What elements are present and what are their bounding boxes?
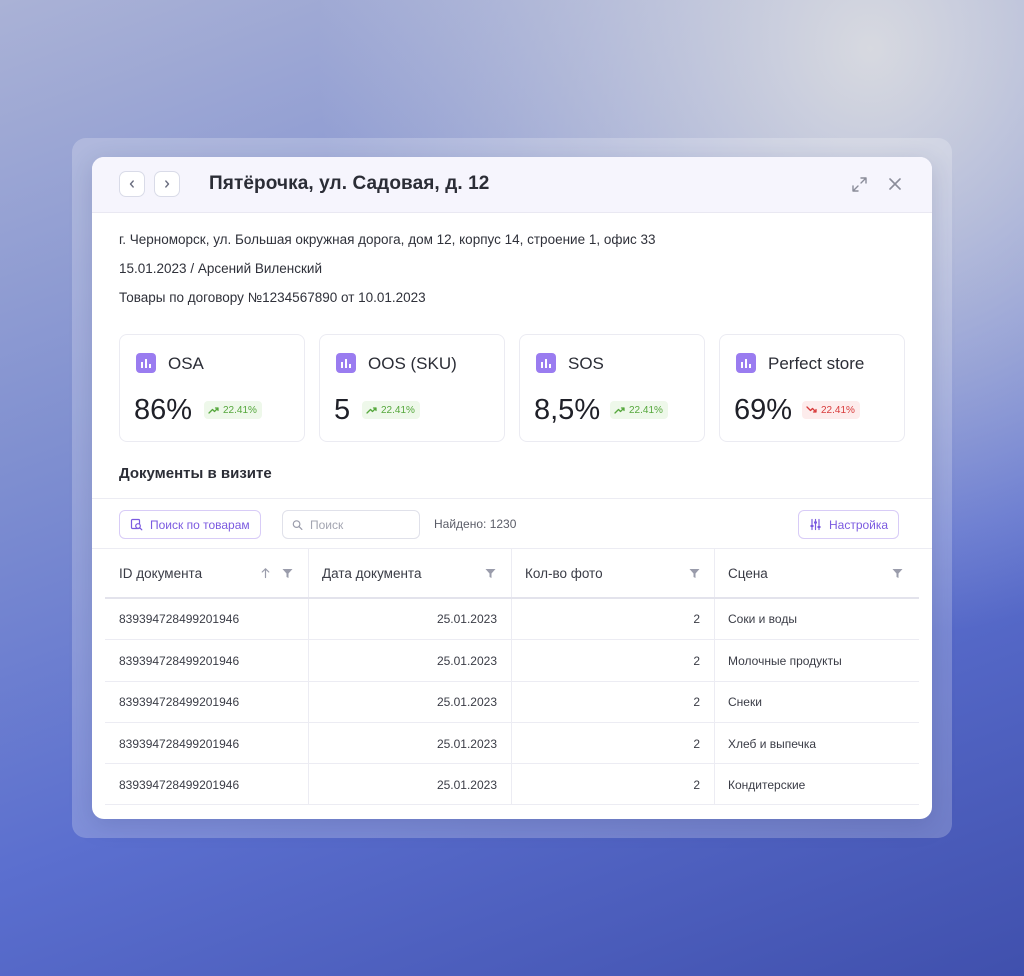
filter-icon[interactable]	[485, 568, 496, 579]
trend-up-icon	[614, 407, 625, 414]
cell-date: 25.01.2023	[436, 611, 497, 626]
search-input[interactable]	[310, 517, 410, 532]
cell-date: 25.01.2023	[436, 736, 497, 751]
trend-up-icon	[208, 407, 219, 414]
column-header-photos[interactable]: Кол-во фото	[511, 549, 714, 597]
metric-name: OSA	[168, 354, 204, 373]
metric-change: 22.41%	[821, 404, 855, 416]
filter-icon[interactable]	[892, 568, 903, 579]
search-products-label: Поиск по товарам	[150, 517, 250, 532]
cell-photos: 2	[693, 736, 700, 751]
metric-change: 22.41%	[381, 404, 415, 416]
sliders-icon	[810, 518, 821, 531]
cell-id: 839394728499201946	[119, 736, 240, 751]
section-divider	[92, 498, 932, 499]
cell-id: 839394728499201946	[119, 777, 240, 792]
sort-asc-icon[interactable]	[260, 567, 271, 579]
cell-photos: 2	[693, 611, 700, 626]
settings-button[interactable]: Настройка	[798, 510, 900, 539]
search-field[interactable]	[282, 510, 420, 539]
visit-modal: Пятёрочка, ул. Садовая, д. 12 г. Черномо…	[92, 157, 932, 819]
store-address: г. Черноморск, ул. Большая окружная доро…	[119, 232, 656, 247]
column-header-date[interactable]: Дата документа	[308, 549, 511, 597]
cell-date: 25.01.2023	[436, 777, 497, 792]
bar-chart-icon	[136, 353, 156, 373]
page-title: Пятёрочка, ул. Садовая, д. 12	[209, 173, 490, 194]
metric-name: SOS	[568, 354, 604, 373]
chevron-left-icon	[129, 180, 134, 188]
next-button[interactable]	[154, 171, 180, 197]
metric-change-badge: 22.41%	[610, 401, 668, 419]
prev-button[interactable]	[119, 171, 145, 197]
metric-name: Perfect store	[768, 354, 865, 373]
metric-change-badge: 22.41%	[362, 401, 420, 419]
bar-chart-icon	[336, 353, 356, 373]
chevron-right-icon	[165, 180, 170, 188]
row-divider	[105, 804, 919, 805]
cell-scene: Хлеб и выпечка	[728, 736, 817, 751]
column-header-label: ID документа	[119, 565, 203, 581]
contract-info: Товары по договору №1234567890 от 10.01.…	[119, 290, 426, 305]
metric-value: 5	[334, 394, 351, 426]
metric-value: 8,5%	[534, 394, 601, 426]
filter-icon[interactable]	[282, 568, 293, 579]
cell-photos: 2	[693, 653, 700, 668]
metric-change: 22.41%	[629, 404, 663, 416]
column-header-label: Сцена	[728, 565, 768, 581]
cell-id: 839394728499201946	[119, 694, 240, 709]
metric-card-osa: OSA 86% 22.41%	[119, 334, 305, 442]
metric-card-perfect-store: Perfect store 69% 22.41%	[719, 334, 905, 442]
cell-scene: Снеки	[728, 694, 762, 709]
cell-photos: 2	[693, 777, 700, 792]
trend-up-icon	[366, 407, 377, 414]
metric-name: OOS (SKU)	[368, 354, 457, 373]
metric-card-oos: OOS (SKU) 5 22.41%	[319, 334, 505, 442]
metric-change-badge: 22.41%	[802, 401, 860, 419]
settings-label: Настройка	[829, 517, 889, 532]
cell-date: 25.01.2023	[436, 694, 497, 709]
cell-date: 25.01.2023	[436, 653, 497, 668]
search-products-button[interactable]: Поиск по товарам	[119, 510, 261, 539]
metric-card-sos: SOS 8,5% 22.41%	[519, 334, 705, 442]
metric-change: 22.41%	[223, 404, 257, 416]
close-button[interactable]	[886, 175, 904, 193]
column-header-label: Кол-во фото	[525, 565, 603, 581]
metric-value: 69%	[734, 394, 793, 426]
found-count: Найдено: 1230	[434, 517, 517, 531]
bar-chart-icon	[536, 353, 556, 373]
filter-icon[interactable]	[689, 568, 700, 579]
cell-id: 839394728499201946	[119, 653, 240, 668]
trend-down-icon	[806, 406, 817, 413]
metric-change-badge: 22.41%	[204, 401, 262, 419]
column-header-label: Дата документа	[322, 565, 422, 581]
column-header-id[interactable]: ID документа	[105, 549, 308, 597]
expand-button[interactable]	[850, 175, 868, 193]
visit-date-author: 15.01.2023 / Арсений Виленский	[119, 261, 323, 276]
search-icon	[292, 519, 303, 530]
close-icon	[889, 178, 901, 190]
product-search-icon	[130, 518, 143, 531]
documents-section-title: Документы в визите	[119, 465, 272, 482]
expand-icon	[851, 176, 867, 192]
column-header-scene[interactable]: Сцена	[714, 549, 919, 597]
cell-scene: Соки и воды	[728, 611, 797, 626]
metric-value: 86%	[134, 394, 193, 426]
cell-scene: Кондитерские	[728, 777, 806, 792]
bar-chart-icon	[736, 353, 756, 373]
cell-id: 839394728499201946	[119, 611, 240, 626]
modal-header: Пятёрочка, ул. Садовая, д. 12	[92, 157, 932, 213]
cell-scene: Молочные продукты	[728, 653, 842, 668]
cell-photos: 2	[693, 694, 700, 709]
